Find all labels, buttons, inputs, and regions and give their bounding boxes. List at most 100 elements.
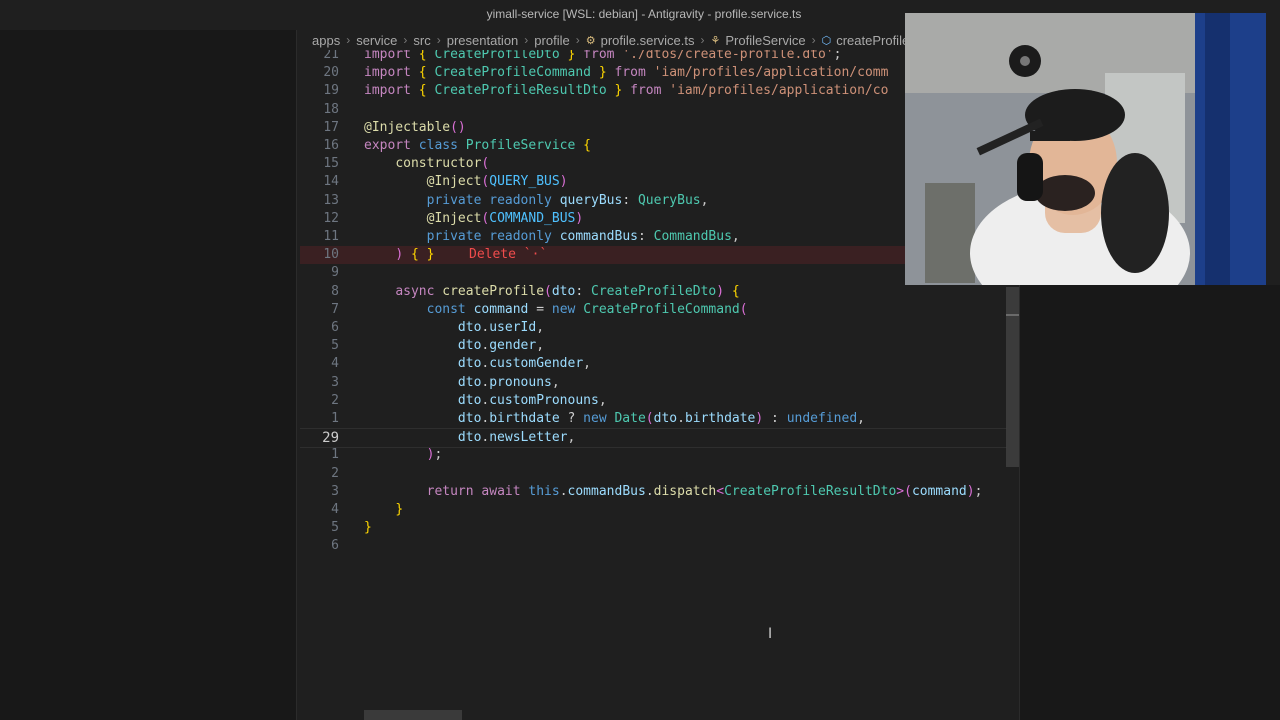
code-text: async createProfile(dto: CreateProfileDt… — [395, 283, 740, 299]
line-number: 16 — [323, 138, 339, 153]
breadcrumb-item-profile[interactable]: profile — [534, 33, 569, 48]
line-number: 11 — [323, 229, 339, 244]
code-text: } — [364, 520, 372, 536]
line-number: 6 — [331, 320, 339, 335]
code-text: dto.gender, — [457, 338, 545, 354]
chevron-right-icon: › — [524, 33, 529, 47]
code-text: @Inject(QUERY_BUS) — [426, 174, 568, 190]
code-text: private readonly queryBus: QueryBus, — [426, 192, 709, 208]
line-number: 1 — [331, 411, 339, 426]
code-line[interactable]: 15 constructor( — [300, 155, 1007, 173]
line-number: 17 — [323, 119, 339, 135]
code-text: import { CreateProfileCommand } from 'ia… — [364, 65, 889, 81]
typescript-file-icon: ⚙ — [585, 34, 596, 47]
breadcrumb-item-file[interactable]: profile.service.ts — [601, 33, 695, 48]
chevron-right-icon: › — [811, 33, 816, 47]
breadcrumb-item-method[interactable]: createProfile — [836, 33, 909, 48]
code-line[interactable]: 8 async createProfile(dto: CreateProfile… — [300, 283, 1007, 301]
code-text: ); — [426, 447, 443, 463]
chevron-right-icon: › — [346, 33, 351, 47]
code-text: export class ProfileService { — [364, 138, 591, 153]
code-line[interactable]: 1 ); — [300, 446, 1007, 464]
method-icon: ⬡ — [821, 34, 832, 47]
code-text: dto.userId, — [457, 320, 545, 335]
code-text: ) { } — [395, 247, 435, 263]
line-number: 14 — [323, 174, 339, 190]
code-line[interactable]: 1 dto.birthdate ? new Date(dto.birthdate… — [300, 410, 1007, 428]
scrollbar-cursor-marker — [1006, 314, 1019, 316]
line-number: 5 — [331, 520, 339, 536]
code-text: dto.customPronouns, — [457, 392, 607, 408]
line-number: 4 — [331, 356, 339, 372]
code-line[interactable]: 9 — [300, 264, 1007, 282]
code-text: @Injectable() — [364, 119, 466, 135]
code-line[interactable]: 17 @Injectable() — [300, 119, 1007, 137]
code-text: dto.pronouns, — [457, 374, 560, 390]
code-line[interactable]: 21 import { CreateProfileDto } from './dt… — [300, 50, 1007, 64]
code-line[interactable]: 6 — [300, 537, 1007, 555]
code-line[interactable]: 19 import { CreateProfileResultDto } from… — [300, 82, 1007, 100]
line-number: 13 — [323, 192, 339, 208]
code-line[interactable]: 7 const command = new CreateProfileComma… — [300, 301, 1007, 319]
line-number: 7 — [331, 301, 339, 317]
chevron-right-icon: › — [700, 33, 705, 47]
code-text: import { CreateProfileDto } from './dtos… — [364, 50, 842, 62]
code-line[interactable]: 10 ) { } Delete `·` — [300, 246, 1007, 265]
code-line[interactable]: 5 dto.gender, — [300, 337, 1007, 355]
code-line[interactable]: 13 private readonly queryBus: QueryBus, — [300, 192, 1007, 210]
code-line[interactable]: 20 import { CreateProfileCommand } from '… — [300, 64, 1007, 82]
code-line[interactable]: 3 return await this.commandBus.dispatch<… — [300, 483, 1007, 501]
line-number: 15 — [323, 156, 339, 172]
breadcrumb-item-service[interactable]: service — [356, 33, 397, 48]
code-line[interactable]: 14 @Inject(QUERY_BUS) — [300, 173, 1007, 191]
code-line[interactable]: 29 dto.newsLetter, — [300, 428, 1007, 449]
code-line[interactable]: 16 export class ProfileService { — [300, 137, 1007, 155]
line-number: 18 — [323, 101, 339, 117]
line-number: 5 — [331, 338, 339, 354]
code-text: @Inject(COMMAND_BUS) — [426, 210, 584, 226]
text-cursor-icon: I — [768, 626, 773, 642]
code-line[interactable]: 18 — [300, 101, 1007, 119]
code-text: } — [395, 502, 404, 517]
breadcrumb: apps › service › src › presentation › pr… — [312, 30, 912, 50]
breadcrumb-item-class[interactable]: ProfileService — [725, 33, 805, 48]
side-panel — [0, 30, 296, 720]
webcam-image — [905, 13, 1266, 285]
breadcrumb-item-presentation[interactable]: presentation — [447, 33, 519, 48]
line-number: 9 — [331, 265, 339, 281]
line-number: 12 — [323, 210, 339, 226]
line-number: 21 — [323, 50, 339, 62]
panel-divider[interactable] — [296, 30, 297, 720]
breadcrumb-item-apps[interactable]: apps — [312, 33, 340, 48]
code-line[interactable]: 6 dto.userId, — [300, 319, 1007, 337]
code-text: const command = new CreateProfileCommand… — [426, 301, 748, 317]
code-text: dto.birthdate ? new Date(dto.birthdate) … — [457, 411, 865, 426]
line-number: 3 — [331, 483, 339, 499]
code-line[interactable]: 4 dto.customGender, — [300, 355, 1007, 373]
line-number: 2 — [331, 392, 339, 408]
code-text: dto.customGender, — [457, 356, 591, 372]
line-number: 20 — [323, 65, 339, 81]
code-line[interactable]: 2 dto.customPronouns, — [300, 392, 1007, 410]
line-number: 29 — [322, 430, 339, 447]
line-number: 1 — [331, 447, 339, 463]
line-number: 3 — [331, 374, 339, 390]
code-line[interactable]: 2 — [300, 465, 1007, 483]
class-icon: ⚘ — [710, 34, 721, 47]
breadcrumb-item-src[interactable]: src — [413, 33, 430, 48]
code-line[interactable]: 5} — [300, 519, 1007, 537]
line-number: 19 — [323, 83, 339, 99]
code-text: import { CreateProfileResultDto } from '… — [364, 83, 889, 99]
code-line[interactable]: 3 dto.pronouns, — [300, 374, 1007, 392]
code-line[interactable]: 12 @Inject(COMMAND_BUS) — [300, 210, 1007, 228]
line-number: 8 — [331, 283, 339, 299]
code-line[interactable]: 4 } — [300, 501, 1007, 519]
code-text: constructor( — [395, 156, 490, 172]
webcam-overlay — [905, 13, 1266, 285]
code-text: private readonly commandBus: CommandBus, — [426, 229, 740, 244]
code-text: return await this.commandBus.dispatch<Cr… — [426, 483, 983, 499]
line-number: 10 — [323, 247, 339, 263]
code-line[interactable]: 11 private readonly commandBus: CommandB… — [300, 228, 1007, 246]
horizontal-scrollbar[interactable] — [364, 710, 462, 720]
line-number: 2 — [331, 465, 339, 481]
